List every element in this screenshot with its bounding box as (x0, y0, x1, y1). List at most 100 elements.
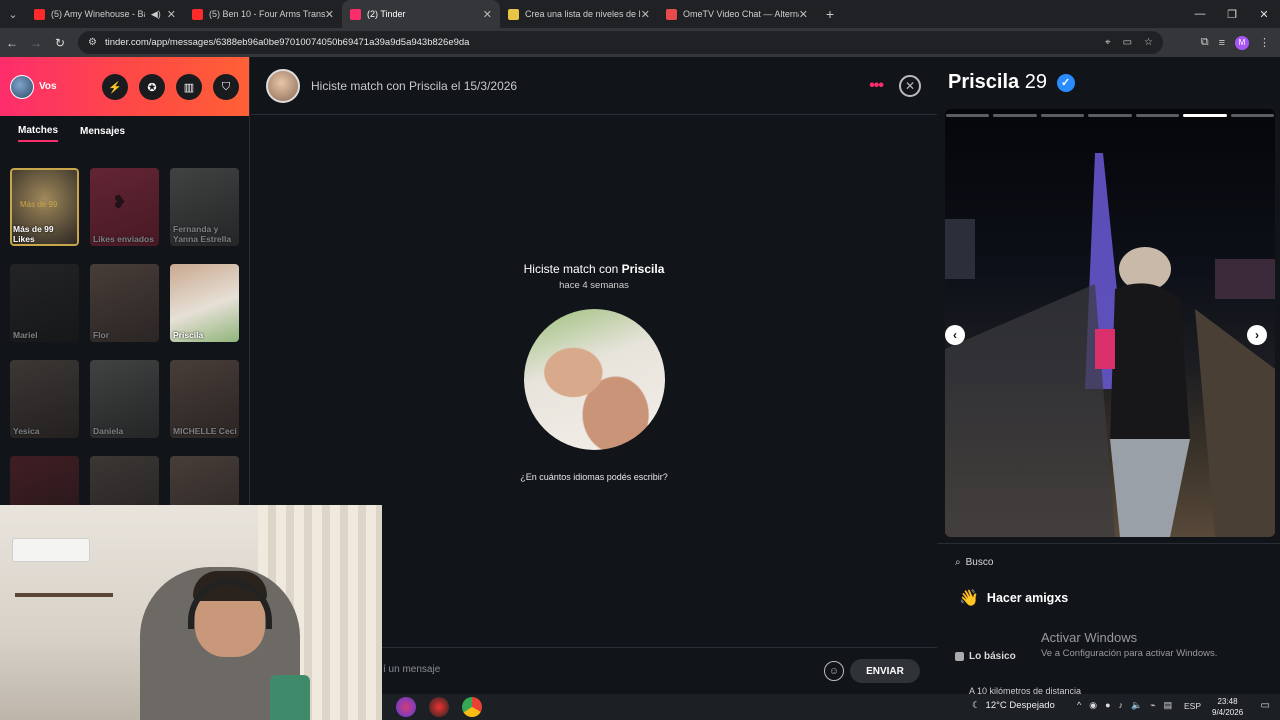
microphone-icon[interactable]: ♪ (1119, 700, 1124, 711)
extensions-icon[interactable]: ⧉ (1201, 36, 1209, 49)
icebreaker-question[interactable]: ¿En cuántos idiomas podés escribir? (251, 472, 937, 482)
match-card[interactable]: Mariel (10, 264, 79, 342)
more-options-icon[interactable]: ••• (869, 78, 884, 94)
browser-menu-icon[interactable]: ⋮ (1259, 36, 1270, 49)
tab-close-icon[interactable]: ✕ (799, 8, 808, 21)
tab-close-icon[interactable]: ✕ (325, 8, 334, 21)
taskbar-app-icon[interactable] (396, 697, 416, 717)
shield-icon[interactable]: ⛉ (213, 74, 239, 100)
building (945, 219, 975, 279)
taskbar-clock[interactable]: 23:48 9/4/2026 (1212, 696, 1243, 718)
taskbar-chrome-icon[interactable] (462, 697, 482, 717)
person-jacket (1110, 283, 1190, 439)
minimize-icon[interactable]: — (1184, 0, 1216, 28)
busco-label: Busco (965, 557, 994, 568)
tray-app-icon[interactable]: ◉ (1089, 700, 1097, 711)
tab-close-icon[interactable]: ✕ (167, 8, 176, 21)
likes-card[interactable]: Más de 99 Más de 99 Likes (10, 168, 79, 246)
browser-tab[interactable]: (5) Ben 10 - Four Arms Transfo ✕ (184, 0, 342, 28)
location-icon[interactable]: ⌖ (1105, 37, 1111, 48)
reload-icon[interactable]: ↻ (48, 28, 72, 57)
heart-icon: ❥ (112, 192, 128, 212)
new-tab-icon[interactable]: + (816, 0, 844, 28)
waving-hand-icon: 👋 (959, 590, 979, 607)
taskbar-app-icon[interactable] (429, 697, 449, 717)
language-tray-icon[interactable]: ▤ (1164, 700, 1173, 711)
tab-close-icon[interactable]: ✕ (641, 8, 650, 21)
match-card[interactable]: Daniela (90, 360, 159, 438)
match-card[interactable]: MICHELLE Ceci (170, 360, 239, 438)
tab-matches[interactable]: Matches (18, 125, 59, 142)
language-indicator[interactable]: ESP (1184, 701, 1201, 711)
user-label[interactable]: Vos (39, 81, 57, 92)
photo-progress-segment[interactable] (1088, 114, 1132, 117)
match-card[interactable]: Priscila (170, 264, 239, 342)
match-card[interactable]: Fernanda y Yanna Estrella (170, 168, 239, 246)
browser-tab[interactable]: OmeTV Video Chat — Alternat ✕ (658, 0, 816, 28)
reading-list-icon[interactable]: ≡ (1219, 37, 1225, 49)
photo-progress-segment[interactable] (1040, 114, 1085, 117)
close-window-icon[interactable]: ✕ (1248, 0, 1280, 28)
sidebar-header: Vos ⚡ ✪ ▥ ⛉ (0, 57, 249, 116)
maximize-icon[interactable]: ❐ (1216, 0, 1248, 28)
notifications-icon[interactable]: ▭ (1261, 700, 1270, 711)
browser-tabstrip: ⌄ (5) Amy Winehouse - Back◀)✕(5) Ben 10 … (0, 0, 1280, 28)
site-info-icon[interactable]: ⚙ (88, 37, 97, 48)
profile-avatar[interactable]: M (1235, 35, 1249, 50)
match-avatar-small[interactable] (266, 68, 300, 103)
browser-tab[interactable]: (2) Tinder ✕ (342, 0, 500, 28)
tab-close-icon[interactable]: ✕ (483, 8, 492, 21)
tab-audio-icon[interactable]: ◀) (151, 9, 161, 20)
match-time-ago: hace 4 semanas (559, 280, 629, 291)
send-button[interactable]: ENVIAR (850, 659, 920, 683)
network-icon[interactable]: ⌁ (1150, 700, 1155, 711)
omnibox[interactable]: ⚙ tinder.com/app/messages/6388eb96a0be97… (78, 31, 1163, 54)
building-right (1215, 259, 1275, 299)
message-input[interactable]: í un mensaje (383, 664, 440, 675)
webcam-air-conditioner (12, 538, 90, 562)
close-chat-icon[interactable]: ✕ (899, 75, 921, 97)
tray-app-icon[interactable]: ● (1105, 700, 1110, 711)
match-card-name: Daniela (93, 425, 124, 436)
taskbar-weather[interactable]: ☾ 12°C Despejado (972, 700, 1055, 711)
boost-icon[interactable]: ⚡ (102, 74, 128, 100)
gift-icon[interactable]: ▥ (176, 74, 202, 100)
browser-tab[interactable]: Crea una lista de niveles de los ✕ (500, 0, 658, 28)
photo-progress-segment[interactable] (1135, 114, 1180, 117)
sent-likes-card[interactable]: ❥ Likes enviados (90, 168, 159, 246)
forward-icon[interactable]: → (24, 28, 48, 57)
match-card[interactable]: Yesica (10, 360, 79, 438)
webcam-shelf (15, 593, 113, 597)
photo-progress-segment[interactable] (1183, 114, 1227, 117)
prev-photo-icon[interactable]: ‹ (945, 325, 965, 345)
photo-progress-segment[interactable] (946, 114, 990, 117)
photo-progress-segment[interactable] (1230, 114, 1274, 117)
match-photo[interactable] (523, 309, 665, 450)
next-photo-icon[interactable]: › (1247, 325, 1267, 345)
tabs-container: (5) Amy Winehouse - Back◀)✕(5) Ben 10 - … (26, 0, 816, 28)
match-title-name: Priscila (621, 262, 665, 276)
busco-section-label: ⌕ Busco (955, 557, 993, 568)
profile-photo[interactable]: ‹ › (945, 109, 1275, 537)
match-card-name: Mariel (13, 329, 38, 340)
match-card[interactable]: Flor (90, 264, 159, 342)
url-text[interactable]: tinder.com/app/messages/6388eb96a0be9701… (105, 37, 470, 48)
back-icon[interactable]: ← (0, 28, 24, 57)
tab-title: Crea una lista de niveles de los (525, 9, 641, 19)
tab-title: (5) Amy Winehouse - Back (51, 9, 145, 19)
explore-icon[interactable]: ✪ (139, 74, 165, 100)
bookmark-star-icon[interactable]: ☆ (1144, 37, 1153, 48)
photo-progress-segment[interactable] (993, 114, 1037, 117)
volume-icon[interactable]: 🔈 (1131, 700, 1142, 711)
tab-search-icon[interactable]: ⌄ (0, 0, 26, 28)
busco-value: 👋 Hacer amigxs (959, 588, 1068, 608)
user-avatar[interactable] (10, 74, 34, 99)
browser-tab[interactable]: (5) Amy Winehouse - Back ◀) ✕ (26, 0, 184, 28)
profile-divider (937, 543, 1280, 544)
profile-panel: Priscila 29 ✓ ‹ › ⌕ Busco 👋 Hacer amigxs… (937, 57, 1280, 720)
cast-icon[interactable]: ▭ (1123, 37, 1132, 48)
emoji-icon[interactable]: ☺ (824, 661, 844, 681)
tray-chevron-icon[interactable]: ^ (1077, 700, 1081, 711)
tab-mensajes[interactable]: Mensajes (80, 126, 125, 141)
railing (1195, 309, 1275, 537)
